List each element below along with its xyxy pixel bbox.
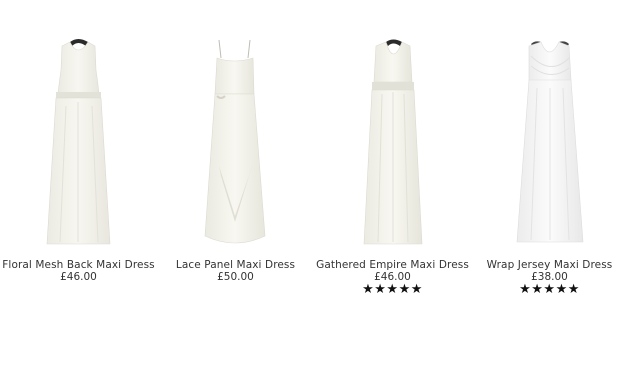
product-card[interactable]: Wrap Jersey Maxi Dress £38.00 ★★★★★ xyxy=(471,0,628,371)
rating-stars: ★★★★★ xyxy=(362,282,423,297)
rating-stars: ★★★★★ xyxy=(519,282,580,297)
product-price: £46.00 xyxy=(60,271,97,283)
dress-image[interactable] xyxy=(157,36,314,250)
product-price: £50.00 xyxy=(217,271,254,283)
product-card[interactable]: Floral Mesh Back Maxi Dress £46.00 xyxy=(0,0,157,371)
product-grid: Floral Mesh Back Maxi Dress £46.00 Lace … xyxy=(0,0,628,371)
product-card[interactable]: Gathered Empire Maxi Dress £46.00 ★★★★★ xyxy=(314,0,471,371)
dress-image[interactable] xyxy=(471,36,628,250)
product-name[interactable]: Gathered Empire Maxi Dress xyxy=(314,259,471,271)
product-card[interactable]: Lace Panel Maxi Dress £50.00 xyxy=(157,0,314,371)
product-name[interactable]: Wrap Jersey Maxi Dress xyxy=(471,259,628,271)
product-name[interactable]: Floral Mesh Back Maxi Dress xyxy=(0,259,157,271)
product-name[interactable]: Lace Panel Maxi Dress xyxy=(157,259,314,271)
dress-image[interactable] xyxy=(314,36,471,250)
dress-image[interactable] xyxy=(0,36,157,250)
